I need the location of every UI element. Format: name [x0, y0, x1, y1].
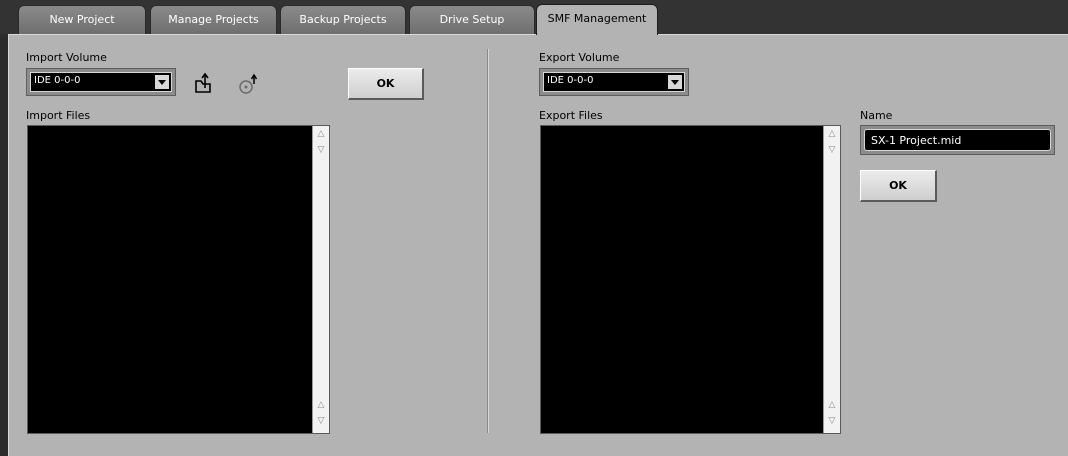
import-volume-label: Import Volume: [26, 51, 107, 64]
import-volume-dropdown-field: IDE 0-0-0: [30, 72, 172, 92]
tab-backup-projects[interactable]: Backup Projects: [280, 5, 406, 34]
scroll-down-icon[interactable]: ▽: [313, 413, 329, 429]
export-volume-label: Export Volume: [539, 51, 620, 64]
scroll-down-icon[interactable]: ▽: [824, 413, 840, 429]
tab-smf-management[interactable]: SMF Management: [536, 4, 658, 35]
name-input[interactable]: [865, 130, 1050, 150]
chevron-down-icon: [155, 75, 169, 89]
scroll-up-icon[interactable]: △: [824, 126, 840, 142]
export-volume-value: IDE 0-0-0: [547, 75, 594, 86]
export-files-label: Export Files: [539, 109, 603, 122]
name-label: Name: [860, 109, 893, 122]
name-field[interactable]: [860, 125, 1055, 155]
scroll-down-icon[interactable]: ▽: [313, 142, 329, 158]
scroll-down-icon[interactable]: ▽: [824, 142, 840, 158]
export-files-scrollbar[interactable]: △ ▽ △ ▽: [823, 126, 840, 433]
panel-divider: [487, 49, 489, 433]
tab-bar: New Project Manage Projects Backup Proje…: [0, 0, 1068, 35]
smf-management-window: New Project Manage Projects Backup Proje…: [0, 0, 1068, 456]
export-volume-dropdown[interactable]: IDE 0-0-0: [539, 68, 689, 96]
tab-drive-setup[interactable]: Drive Setup: [409, 5, 535, 34]
disc-eject-icon[interactable]: [232, 68, 264, 100]
main-panel: Import Volume IDE 0-0-0 OK Import Files …: [8, 34, 1068, 456]
folder-up-icon[interactable]: [187, 68, 219, 100]
import-volume-value: IDE 0-0-0: [34, 75, 81, 86]
import-ok-button[interactable]: OK: [348, 68, 424, 100]
export-ok-button[interactable]: OK: [860, 170, 937, 202]
import-files-list[interactable]: △ ▽ △ ▽: [27, 125, 330, 434]
import-volume-dropdown[interactable]: IDE 0-0-0: [26, 68, 176, 96]
export-files-list[interactable]: △ ▽ △ ▽: [540, 125, 841, 434]
scroll-up-icon[interactable]: △: [313, 126, 329, 142]
scroll-up-icon[interactable]: △: [824, 397, 840, 413]
tab-new-project[interactable]: New Project: [18, 5, 146, 34]
import-files-label: Import Files: [26, 109, 91, 122]
export-volume-dropdown-field: IDE 0-0-0: [543, 72, 685, 92]
scroll-up-icon[interactable]: △: [313, 397, 329, 413]
import-files-scrollbar[interactable]: △ ▽ △ ▽: [312, 126, 329, 433]
chevron-down-icon: [668, 75, 682, 89]
name-field-box: [864, 129, 1051, 151]
tab-manage-projects[interactable]: Manage Projects: [150, 5, 277, 34]
